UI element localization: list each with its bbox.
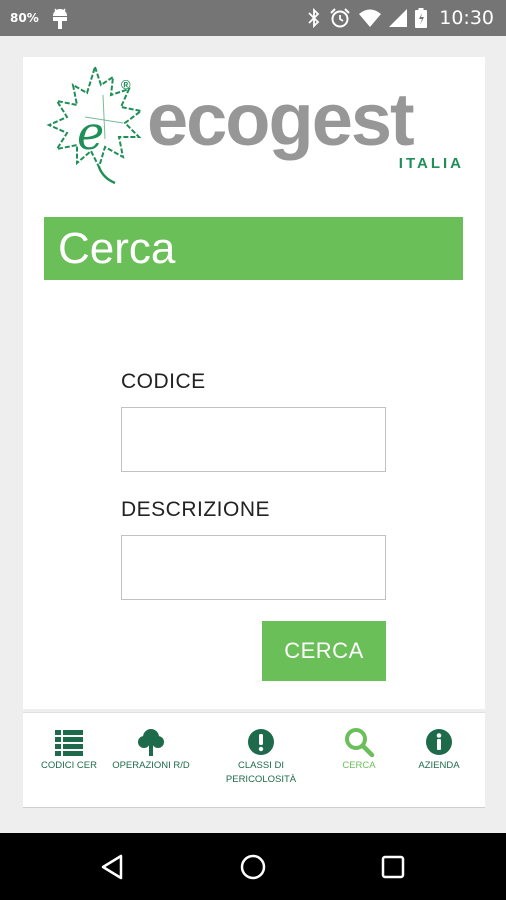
nav-item-azienda[interactable]: AZIENDA [393, 713, 485, 809]
main-card: e ® ecogest ITALIA Cerca CODICE DESCRIZI… [23, 57, 485, 709]
tree-icon [138, 729, 164, 756]
maple-leaf-icon: e [46, 63, 144, 185]
battery-percent: 80% [10, 11, 39, 25]
system-navigation-bar [0, 833, 506, 900]
ecogest-logo: e ® ecogest ITALIA [43, 63, 468, 185]
nav-item-operazioni-rd[interactable]: OPERAZIONI R/D [105, 713, 197, 809]
nav-label: OPERAZIONI R/D [112, 760, 190, 771]
home-icon[interactable] [237, 851, 269, 883]
recents-icon[interactable] [377, 851, 409, 883]
svg-text:e: e [77, 106, 104, 160]
battery-icon [415, 8, 428, 28]
descrizione-label: DESCRIZIONE [121, 498, 271, 521]
clock: 10:30 [439, 7, 494, 29]
nav-label: CLASSI DI PERICOLOSITÀ [225, 760, 297, 785]
status-bar: 80% 10:30 [0, 0, 506, 36]
signal-icon [389, 9, 408, 27]
brand-name: ecogest [147, 78, 415, 161]
wifi-icon [359, 9, 382, 27]
list-icon [55, 730, 83, 756]
nav-label: CERCA [342, 760, 376, 771]
back-icon[interactable] [97, 851, 129, 883]
nav-label: CODICI CER [41, 760, 97, 771]
codice-label: CODICE [121, 370, 206, 393]
info-icon [426, 729, 452, 755]
brand-tagline: ITALIA [398, 155, 464, 172]
search-icon [345, 728, 375, 757]
nav-item-classi-pericolosita[interactable]: CLASSI DI PERICOLOSITÀ [215, 713, 307, 809]
android-debug-icon [53, 8, 67, 29]
exclamation-icon [248, 729, 274, 755]
bottom-navigation: CODICI CER OPERAZIONI R/D CLASSI DI PERI… [23, 712, 485, 808]
alarm-icon [330, 8, 350, 28]
registered-mark: ® [121, 77, 131, 92]
status-icons: 10:30 [307, 0, 494, 36]
nav-item-codici-cer[interactable]: CODICI CER [23, 713, 115, 809]
descrizione-input[interactable] [121, 535, 386, 600]
codice-input[interactable] [121, 407, 386, 472]
nav-label: AZIENDA [418, 760, 460, 771]
nav-item-cerca[interactable]: CERCA [313, 713, 405, 809]
search-button[interactable]: CERCA [262, 621, 386, 681]
page-title: Cerca [58, 224, 176, 273]
bluetooth-icon [308, 7, 320, 29]
page-title-bar: Cerca [44, 217, 463, 280]
